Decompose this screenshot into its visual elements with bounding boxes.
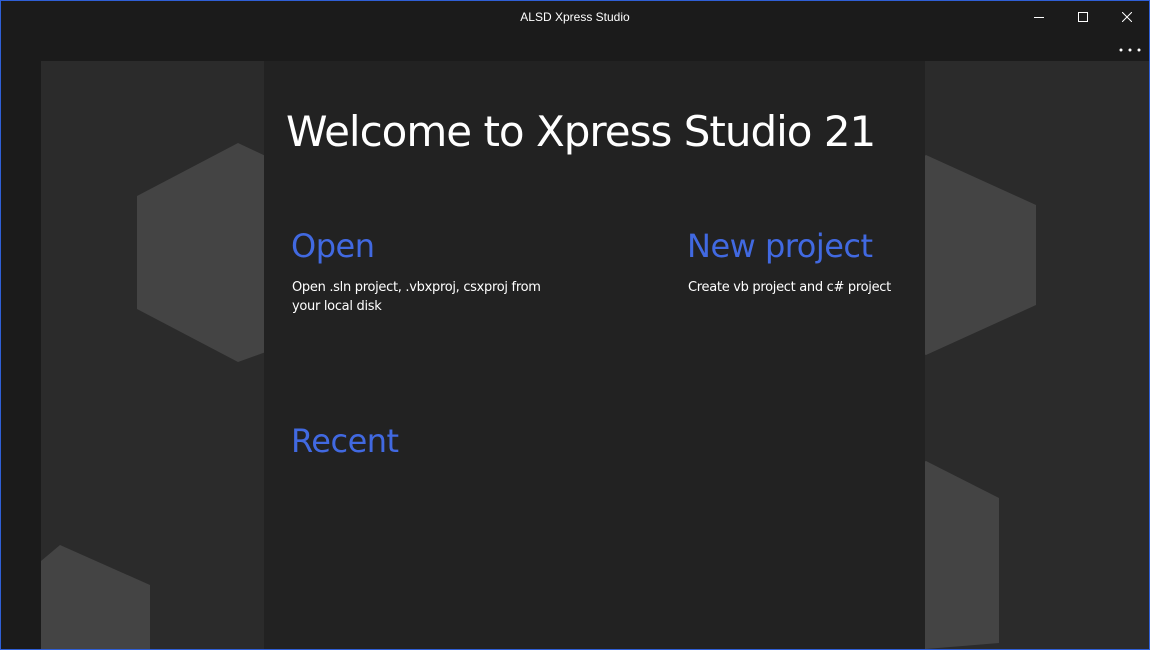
maximize-icon (1078, 12, 1088, 22)
minimize-icon (1034, 12, 1044, 22)
close-icon (1122, 12, 1132, 22)
new-project-description: Create vb project and c# project (688, 280, 891, 295)
open-description: Open .sln project, .vbxproj, csxproj fro… (292, 280, 541, 314)
app-window: ALSD Xpress Studio Welcome to Xpress Stu… (0, 0, 1150, 650)
open-link[interactable]: Open (291, 227, 375, 265)
maximize-button[interactable] (1061, 1, 1105, 33)
start-panel: Welcome to Xpress Studio 21 Open Open .s… (264, 61, 925, 649)
minimize-button[interactable] (1017, 1, 1061, 33)
title-bar[interactable]: ALSD Xpress Studio (1, 1, 1149, 35)
recent-heading[interactable]: Recent (291, 422, 399, 460)
window-title: ALSD Xpress Studio (520, 10, 630, 24)
new-project-link[interactable]: New project (687, 227, 873, 265)
start-page-canvas: Welcome to Xpress Studio 21 Open Open .s… (41, 61, 1149, 649)
more-options-button[interactable] (1115, 37, 1145, 55)
hexagon-shape (41, 545, 150, 649)
welcome-heading: Welcome to Xpress Studio 21 (286, 107, 876, 156)
close-button[interactable] (1105, 1, 1149, 33)
more-options-icon (1119, 37, 1141, 56)
